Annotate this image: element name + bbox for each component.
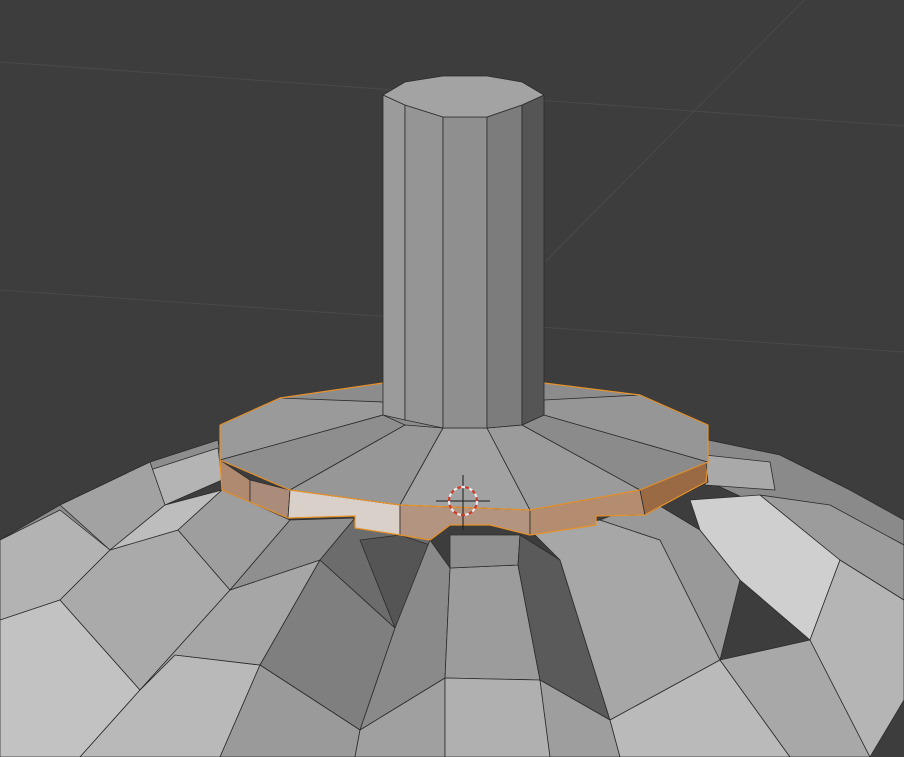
viewport-canvas[interactable] — [0, 0, 904, 757]
cylinder-post[interactable] — [382, 75, 545, 429]
3d-viewport[interactable] — [0, 0, 904, 757]
